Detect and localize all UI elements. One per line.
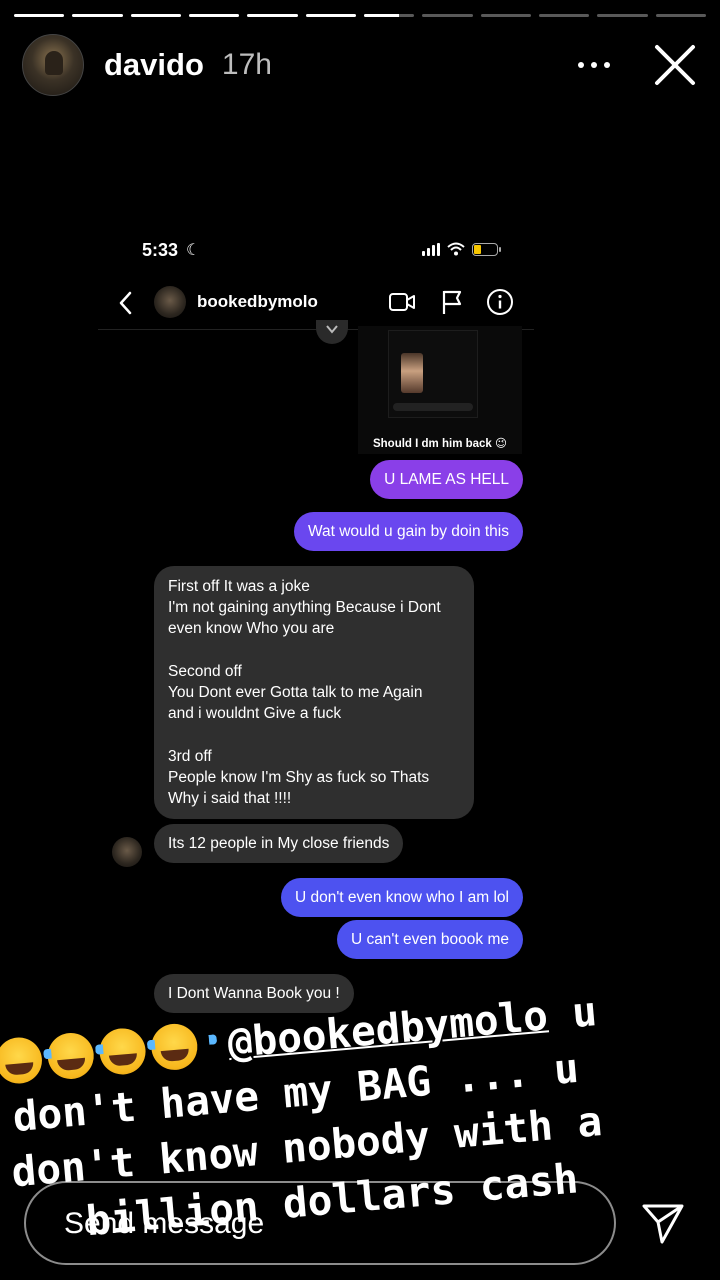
progress-segment xyxy=(247,14,298,17)
laughing-emoji xyxy=(0,1035,44,1086)
moon-icon: ☾ xyxy=(186,242,201,259)
progress-segment xyxy=(188,14,240,17)
story-progress xyxy=(14,14,706,18)
message-bubble[interactable]: U LAME AS HELL xyxy=(370,460,523,499)
laughing-emoji xyxy=(45,1031,96,1081)
reply-placeholder: Send message xyxy=(64,1207,265,1240)
info-icon[interactable] xyxy=(486,288,514,316)
progress-segment xyxy=(422,14,473,17)
chevron-down-icon xyxy=(326,325,338,334)
avatar[interactable] xyxy=(22,34,84,96)
shared-caption: Should I dm him back 😉 xyxy=(372,438,508,450)
story-time: 17h xyxy=(221,48,272,81)
reply-input[interactable]: Send message xyxy=(24,1181,616,1265)
battery-icon xyxy=(472,242,501,256)
shared-thumbnail xyxy=(388,330,478,418)
status-icons xyxy=(422,242,501,256)
flag-icon[interactable] xyxy=(440,289,464,315)
shared-post[interactable]: Should I dm him back 😉 xyxy=(358,326,522,454)
scroll-down-button[interactable] xyxy=(316,320,348,344)
embedded-screenshot: 5:33 ☾ bookedbymolo Should I dm him back… xyxy=(98,222,534,1052)
wifi-icon xyxy=(447,242,465,256)
avatar[interactable] xyxy=(154,286,186,318)
message-bubble[interactable]: Wat would u gain by doin this xyxy=(293,512,523,551)
message-bubble[interactable]: U don't even know who I am lol xyxy=(280,878,523,917)
message-line: First off It was a joke xyxy=(168,578,310,595)
close-icon[interactable] xyxy=(652,42,698,88)
progress-segment xyxy=(538,14,590,17)
message-line: Why i said that !!!! xyxy=(168,790,292,807)
send-icon[interactable] xyxy=(640,1200,686,1246)
progress-segment xyxy=(14,14,65,17)
video-call-icon[interactable] xyxy=(388,290,416,314)
message-line: People know I'm Shy as fuck so Thats xyxy=(168,769,430,786)
message-bubble[interactable]: U can't even boook me xyxy=(336,920,523,959)
story-header: davido 17h xyxy=(22,32,698,98)
back-icon[interactable] xyxy=(116,290,136,316)
message-line: and i wouldnt Give a fuck xyxy=(168,705,342,722)
progress-segment xyxy=(655,14,706,17)
progress-segment xyxy=(363,14,415,17)
message-line: You Dont ever Gotta talk to me Again xyxy=(168,684,423,701)
avatar[interactable] xyxy=(112,837,142,867)
story-username[interactable]: davido xyxy=(104,47,204,83)
progress-segment xyxy=(480,14,531,17)
laughing-emoji xyxy=(149,1022,200,1072)
message-line: I'm not gaining anything Because i Dont xyxy=(168,599,441,616)
more-icon[interactable] xyxy=(574,50,614,80)
laughing-emoji xyxy=(97,1026,148,1077)
progress-segment xyxy=(130,14,181,17)
message-line: Second off xyxy=(168,663,242,680)
progress-segment xyxy=(305,14,356,17)
message-bubble[interactable]: Its 12 people in My close friends xyxy=(154,824,404,863)
progress-segment xyxy=(597,14,648,17)
message-line: even know Who you are xyxy=(168,620,335,637)
caption-text: u xyxy=(545,987,599,1040)
message-bubble[interactable]: First off It was a joke I'm not gaining … xyxy=(154,566,474,819)
chat-name[interactable]: bookedbymolo xyxy=(197,292,318,312)
message-line: 3rd off xyxy=(168,748,212,765)
status-time: 5:33 xyxy=(142,240,179,260)
progress-segment xyxy=(72,14,123,17)
signal-icon xyxy=(422,242,440,256)
